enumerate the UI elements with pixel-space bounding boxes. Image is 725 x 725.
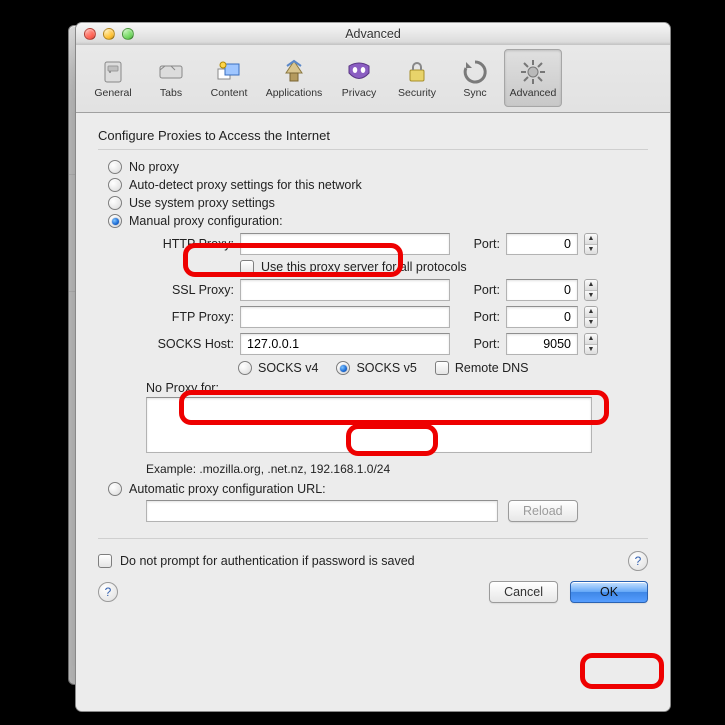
ssl-port-input[interactable] <box>506 279 578 301</box>
advanced-window: Advanced General Tabs Content Applica <box>75 22 671 712</box>
ssl-proxy-input[interactable] <box>240 279 450 301</box>
preferences-toolbar: General Tabs Content Applications Privac… <box>76 45 670 113</box>
tab-label: Security <box>398 87 436 99</box>
security-tab[interactable]: Security <box>388 49 446 107</box>
help-button-bottom[interactable]: ? <box>98 582 118 602</box>
ssl-port-stepper[interactable]: ▲▼ <box>584 279 598 301</box>
ok-button[interactable]: OK <box>570 581 648 603</box>
system-proxy-option[interactable]: Use system proxy settings <box>108 196 648 210</box>
socks-v5-label: SOCKS v5 <box>356 361 416 375</box>
privacy-tab[interactable]: Privacy <box>330 49 388 107</box>
port-label: Port: <box>456 237 500 251</box>
port-label: Port: <box>456 337 500 351</box>
divider <box>98 538 648 539</box>
socks-v4-label: SOCKS v4 <box>258 361 318 375</box>
switch-icon <box>98 57 128 87</box>
radio-icon <box>238 361 252 375</box>
lock-icon <box>402 57 432 87</box>
port-label: Port: <box>456 310 500 324</box>
share-proxy-label: Use this proxy server for all protocols <box>261 260 467 274</box>
sync-tab[interactable]: Sync <box>446 49 504 107</box>
radio-icon <box>108 214 122 228</box>
option-label: Use system proxy settings <box>129 196 275 210</box>
window-title: Advanced <box>345 27 401 41</box>
option-label: No proxy <box>129 160 179 174</box>
radio-icon <box>108 196 122 210</box>
ftp-proxy-input[interactable] <box>240 306 450 328</box>
no-proxy-example: Example: .mozilla.org, .net.nz, 192.168.… <box>146 462 648 476</box>
applications-icon <box>279 57 309 87</box>
option-label: Auto-detect proxy settings for this netw… <box>129 178 362 192</box>
content-icon <box>214 57 244 87</box>
remote-dns-checkbox[interactable] <box>435 361 449 375</box>
applications-tab[interactable]: Applications <box>258 49 330 107</box>
no-auth-prompt-label: Do not prompt for authentication if pass… <box>120 554 415 568</box>
tab-label: Privacy <box>342 87 376 99</box>
pac-url-input[interactable] <box>146 500 498 522</box>
tab-label: Content <box>211 87 248 99</box>
radio-icon <box>336 361 350 375</box>
no-auth-prompt-checkbox[interactable] <box>98 554 112 568</box>
content-tab[interactable]: Content <box>200 49 258 107</box>
tabs-icon <box>156 57 186 87</box>
tab-label: Applications <box>266 87 323 99</box>
radio-icon <box>108 482 122 496</box>
sync-icon <box>460 57 490 87</box>
socks-host-label: SOCKS Host: <box>134 337 234 351</box>
auto-detect-option[interactable]: Auto-detect proxy settings for this netw… <box>108 178 648 192</box>
ftp-port-stepper[interactable]: ▲▼ <box>584 306 598 328</box>
window-close-button[interactable] <box>84 28 96 40</box>
share-proxy-checkbox[interactable] <box>240 260 254 274</box>
option-label: Automatic proxy configuration URL: <box>129 482 326 496</box>
window-minimize-button[interactable] <box>103 28 115 40</box>
http-port-stepper[interactable]: ▲▼ <box>584 233 598 255</box>
advanced-tab[interactable]: Advanced <box>504 49 562 107</box>
general-tab[interactable]: General <box>84 49 142 107</box>
tab-label: Sync <box>463 87 486 99</box>
remote-dns-label: Remote DNS <box>455 361 529 375</box>
connection-settings-sheet: Configure Proxies to Access the Internet… <box>76 114 670 711</box>
tab-label: General <box>94 87 131 99</box>
no-proxy-for-label: No Proxy for: <box>146 381 648 395</box>
socks-v4-option[interactable]: SOCKS v4 <box>238 361 318 375</box>
mask-icon <box>344 57 374 87</box>
manual-proxy-form: HTTP Proxy: Port: ▲▼ Use this proxy serv… <box>134 233 648 355</box>
socks-v5-option[interactable]: SOCKS v5 <box>336 361 416 375</box>
tab-label: Tabs <box>160 87 182 99</box>
pac-option[interactable]: Automatic proxy configuration URL: <box>108 482 648 496</box>
option-label: Manual proxy configuration: <box>129 214 283 228</box>
remote-dns-option[interactable]: Remote DNS <box>435 361 529 375</box>
cancel-button[interactable]: Cancel <box>489 581 558 603</box>
ssl-proxy-label: SSL Proxy: <box>134 283 234 297</box>
socks-port-input[interactable] <box>506 333 578 355</box>
window-zoom-button[interactable] <box>122 28 134 40</box>
ftp-port-input[interactable] <box>506 306 578 328</box>
section-title: Configure Proxies to Access the Internet <box>98 128 648 150</box>
http-proxy-input[interactable] <box>240 233 450 255</box>
no-proxy-for-input[interactable] <box>146 397 592 453</box>
http-proxy-label: HTTP Proxy: <box>134 237 234 251</box>
socks-port-stepper[interactable]: ▲▼ <box>584 333 598 355</box>
titlebar: Advanced <box>76 23 670 45</box>
help-button[interactable]: ? <box>628 551 648 571</box>
ftp-proxy-label: FTP Proxy: <box>134 310 234 324</box>
http-port-input[interactable] <box>506 233 578 255</box>
manual-proxy-option[interactable]: Manual proxy configuration: <box>108 214 648 228</box>
radio-icon <box>108 160 122 174</box>
radio-icon <box>108 178 122 192</box>
tabs-tab[interactable]: Tabs <box>142 49 200 107</box>
socks-host-input[interactable] <box>240 333 450 355</box>
tab-label: Advanced <box>510 87 557 99</box>
reload-button[interactable]: Reload <box>508 500 578 522</box>
no-proxy-option[interactable]: No proxy <box>108 160 648 174</box>
port-label: Port: <box>456 283 500 297</box>
gear-icon <box>518 57 548 87</box>
